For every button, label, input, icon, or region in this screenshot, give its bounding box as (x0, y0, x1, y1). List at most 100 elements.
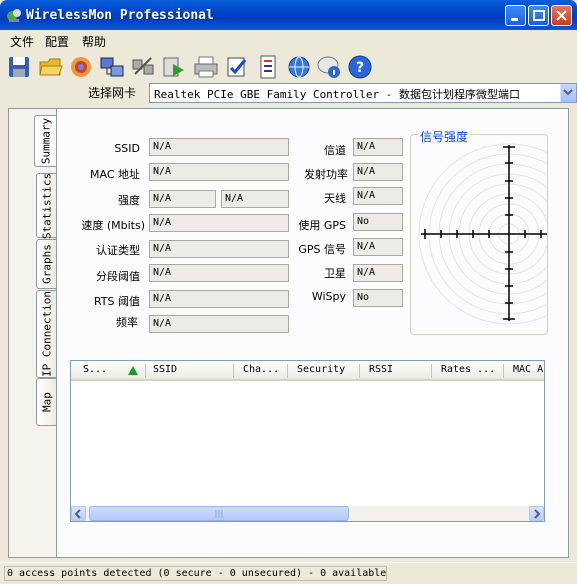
ssid-label: SSID (114, 142, 140, 155)
column-security[interactable]: Security (297, 364, 345, 375)
close-button[interactable] (551, 5, 572, 26)
sort-ascending-icon (128, 366, 138, 375)
use-gps-value: No (353, 213, 403, 231)
channel-label: 信道 (324, 144, 346, 157)
access-point-list[interactable]: S... SSID Cha... Security RSSI Rates ...… (70, 360, 545, 522)
grip-icon (215, 510, 223, 518)
scroll-left-button[interactable] (71, 506, 86, 521)
minimize-button[interactable] (505, 5, 526, 26)
print-button[interactable] (193, 54, 219, 80)
satellite-value: N/A (353, 264, 403, 282)
signal-strength-title: 信号强度 (418, 128, 471, 145)
open-folder-icon (39, 58, 63, 76)
tab-summary[interactable]: Summary (34, 115, 56, 167)
signal-radar (418, 143, 577, 325)
help-button[interactable]: ? (347, 54, 373, 80)
tab-graphs[interactable]: Graphs (36, 239, 56, 289)
tab-ip-connection[interactable]: IP Connection (36, 290, 56, 378)
rts-label: RTS 阈值 (93, 295, 140, 308)
nic-select[interactable]: Realtek PCIe GBE Family Controller - 数据包… (149, 83, 577, 103)
record-button[interactable] (68, 54, 94, 80)
app-icon (7, 9, 21, 22)
strength-label: 强度 (118, 194, 140, 207)
column-channel[interactable]: Cha... (243, 364, 279, 375)
auth-label: 认证类型 (96, 244, 140, 257)
horizontal-scrollbar[interactable] (71, 506, 544, 521)
satellite-label: 卫星 (324, 267, 346, 280)
help-icon: ? (348, 55, 372, 79)
wispy-value: No (353, 289, 403, 307)
strength-value-2: N/A (221, 190, 289, 208)
disconnect-button[interactable] (130, 54, 156, 80)
document-icon (260, 55, 276, 79)
gps-signal-value: N/A (353, 238, 403, 256)
menu-bar: 文件 配置 帮助 (0, 30, 577, 50)
checklist-icon (227, 57, 247, 77)
column-mac[interactable]: MAC A (513, 364, 543, 375)
save-button[interactable] (6, 54, 32, 80)
column-ssid[interactable]: SSID (153, 364, 177, 375)
network-button[interactable] (99, 54, 125, 80)
freq-label: 频率 (116, 316, 138, 329)
status-text: 0 access points detected (0 secure - 0 u… (4, 566, 387, 581)
scroll-thumb[interactable] (89, 506, 349, 521)
speed-label: 速度 (Mbits) (81, 219, 145, 232)
column-rssi[interactable]: RSSI (369, 364, 393, 375)
signal-strength-group (410, 134, 577, 335)
nic-dropdown-button[interactable] (560, 84, 576, 102)
menu-file[interactable]: 文件 (10, 33, 34, 50)
mac-label: MAC 地址 (90, 168, 140, 181)
gps-signal-label: GPS 信号 (298, 243, 346, 256)
list-header: S... SSID Cha... Security RSSI Rates ...… (71, 361, 544, 381)
minimize-icon (511, 18, 518, 21)
nic-selected-value: Realtek PCIe GBE Family Controller - 数据包… (154, 88, 521, 101)
info-button[interactable] (316, 54, 342, 80)
chevron-down-icon (563, 89, 573, 96)
strength-value-1: N/A (149, 190, 216, 208)
printer-icon (194, 56, 218, 78)
tab-map[interactable]: Map (36, 378, 56, 426)
play-button[interactable] (161, 54, 187, 80)
column-rates[interactable]: Rates ... (441, 364, 495, 375)
freq-value: N/A (149, 315, 289, 333)
nic-label: 选择网卡 (88, 86, 137, 100)
play-icon (163, 57, 184, 77)
frag-label: 分段阈值 (96, 270, 140, 283)
use-gps-label: 使用 GPS (298, 219, 346, 232)
menu-config[interactable]: 配置 (45, 33, 69, 50)
globe-icon (288, 56, 310, 78)
toolbar: ? (0, 50, 577, 82)
speed-value: N/A (149, 214, 289, 232)
open-button[interactable] (38, 54, 64, 80)
frag-value: N/A (149, 264, 289, 282)
window-title: WirelessMon Professional (26, 8, 214, 23)
document-button[interactable] (255, 54, 281, 80)
chevron-left-icon (74, 509, 81, 519)
tab-statistics[interactable]: Statistics (36, 172, 56, 239)
ssid-value: N/A (149, 138, 289, 156)
scroll-right-button[interactable] (529, 506, 544, 521)
save-icon (9, 57, 29, 77)
title-bar[interactable]: WirelessMon Professional (0, 0, 577, 30)
svg-text:?: ? (356, 60, 364, 76)
menu-help[interactable]: 帮助 (82, 33, 106, 50)
txpower-label: 发射功率 (304, 168, 348, 181)
maximize-button[interactable] (528, 5, 549, 26)
mac-value: N/A (149, 163, 289, 181)
network-icon (100, 57, 124, 77)
rts-value: N/A (149, 290, 289, 308)
close-icon (556, 10, 567, 21)
antenna-value: N/A (353, 187, 403, 205)
record-icon (71, 57, 91, 77)
checklist-button[interactable] (224, 54, 250, 80)
auth-value: N/A (149, 240, 289, 258)
info-bubble-icon (317, 56, 340, 78)
status-bar: 0 access points detected (0 secure - 0 u… (0, 562, 577, 584)
wispy-label: WiSpy (311, 290, 346, 303)
maximize-icon (533, 10, 545, 21)
channel-value: N/A (353, 138, 403, 156)
disconnect-icon (132, 57, 154, 75)
txpower-value: N/A (353, 163, 403, 181)
column-status[interactable]: S... (83, 364, 107, 375)
globe-button[interactable] (286, 54, 312, 80)
